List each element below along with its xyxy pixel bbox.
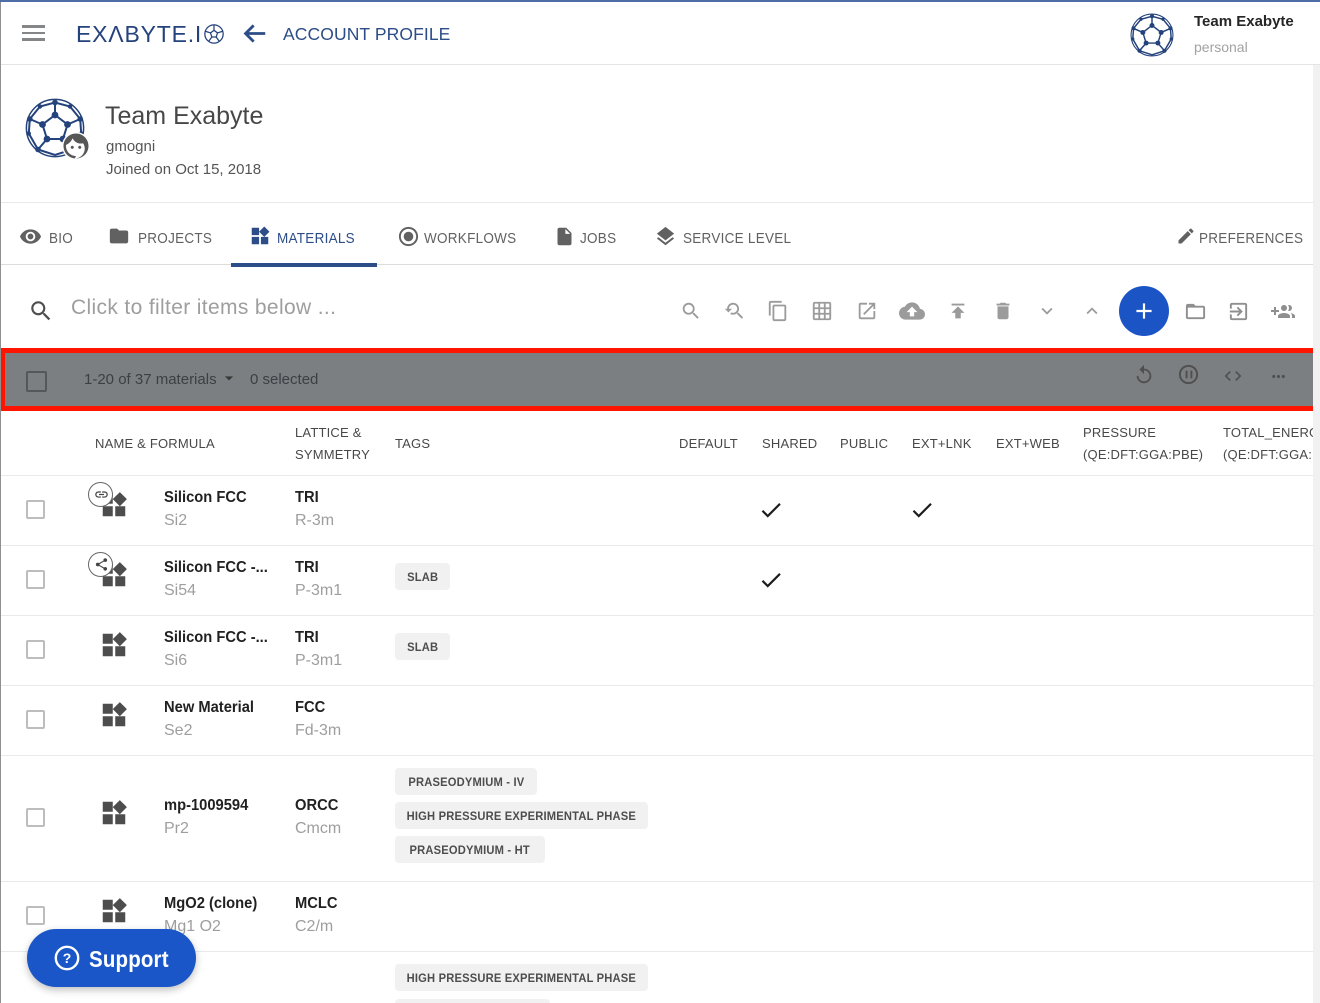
svg-text:?: ? [63, 950, 72, 966]
